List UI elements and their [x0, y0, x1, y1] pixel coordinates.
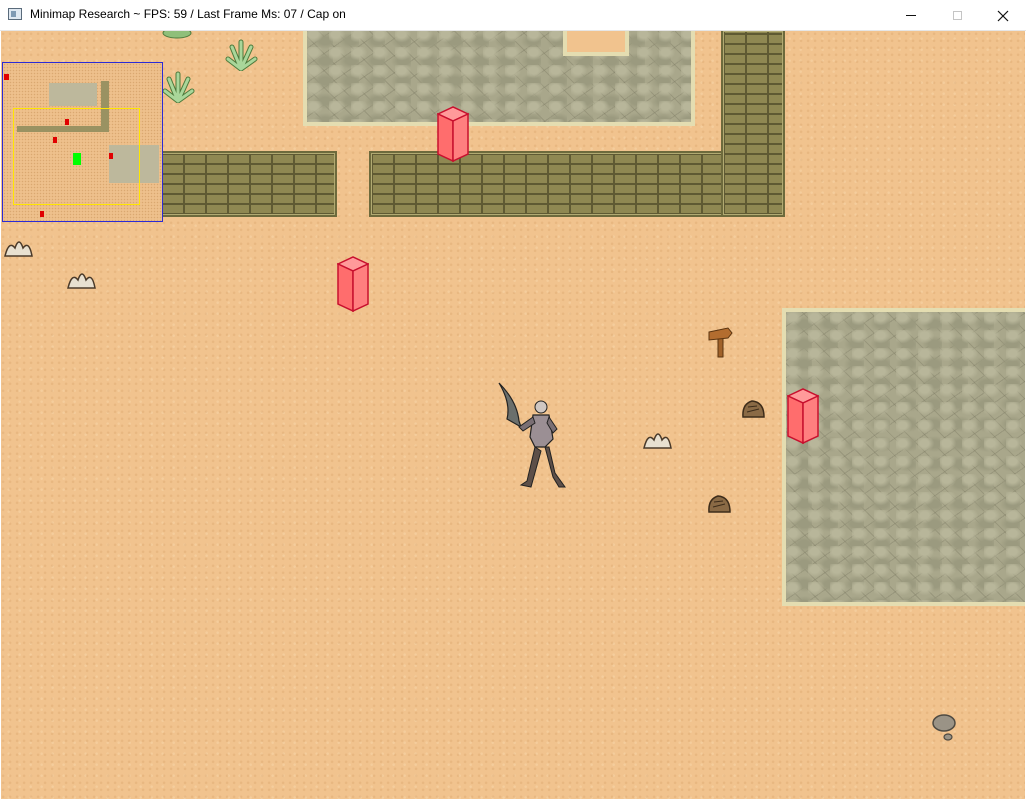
- red-pillar: [787, 388, 819, 444]
- brick-wall-vertical: [721, 31, 785, 217]
- minimize-icon: [906, 15, 916, 16]
- floor-notch: [563, 31, 629, 56]
- player-character[interactable]: [497, 381, 567, 493]
- desert-rock-icon: [706, 493, 732, 515]
- minimap-marker: [65, 119, 69, 125]
- close-button[interactable]: [980, 0, 1026, 31]
- window-titlebar[interactable]: Minimap Research ~ FPS: 59 / Last Frame …: [0, 0, 1026, 31]
- red-pillar: [437, 106, 469, 162]
- minimap[interactable]: [2, 62, 163, 222]
- game-viewport[interactable]: [1, 31, 1025, 799]
- dry-shrub-icon: [64, 266, 98, 292]
- minimap-player-marker: [73, 153, 81, 165]
- dry-shrub-icon: [1, 234, 35, 260]
- stone-floor-north: [303, 31, 695, 126]
- app-icon: [8, 8, 22, 20]
- desert-bush-icon: [161, 71, 195, 103]
- maximize-icon: [953, 11, 962, 20]
- maximize-button[interactable]: [934, 0, 980, 31]
- window-title: Minimap Research ~ FPS: 59 / Last Frame …: [30, 7, 346, 21]
- signpost-icon: [706, 324, 734, 358]
- minimize-button[interactable]: [888, 0, 934, 31]
- desert-bush-icon: [224, 39, 258, 71]
- close-icon: [997, 10, 1009, 22]
- dry-shrub-icon: [640, 426, 674, 452]
- minimap-marker: [53, 137, 57, 143]
- minimap-marker: [40, 211, 44, 217]
- minimap-marker: [4, 74, 9, 80]
- stone-icon: [931, 713, 959, 743]
- red-pillar: [337, 256, 369, 312]
- stone-floor-east: [782, 308, 1025, 606]
- desert-bush-icon: [161, 31, 193, 39]
- minimap-floor-north: [49, 83, 97, 106]
- desert-rock-icon: [740, 398, 766, 420]
- minimap-marker: [109, 153, 113, 159]
